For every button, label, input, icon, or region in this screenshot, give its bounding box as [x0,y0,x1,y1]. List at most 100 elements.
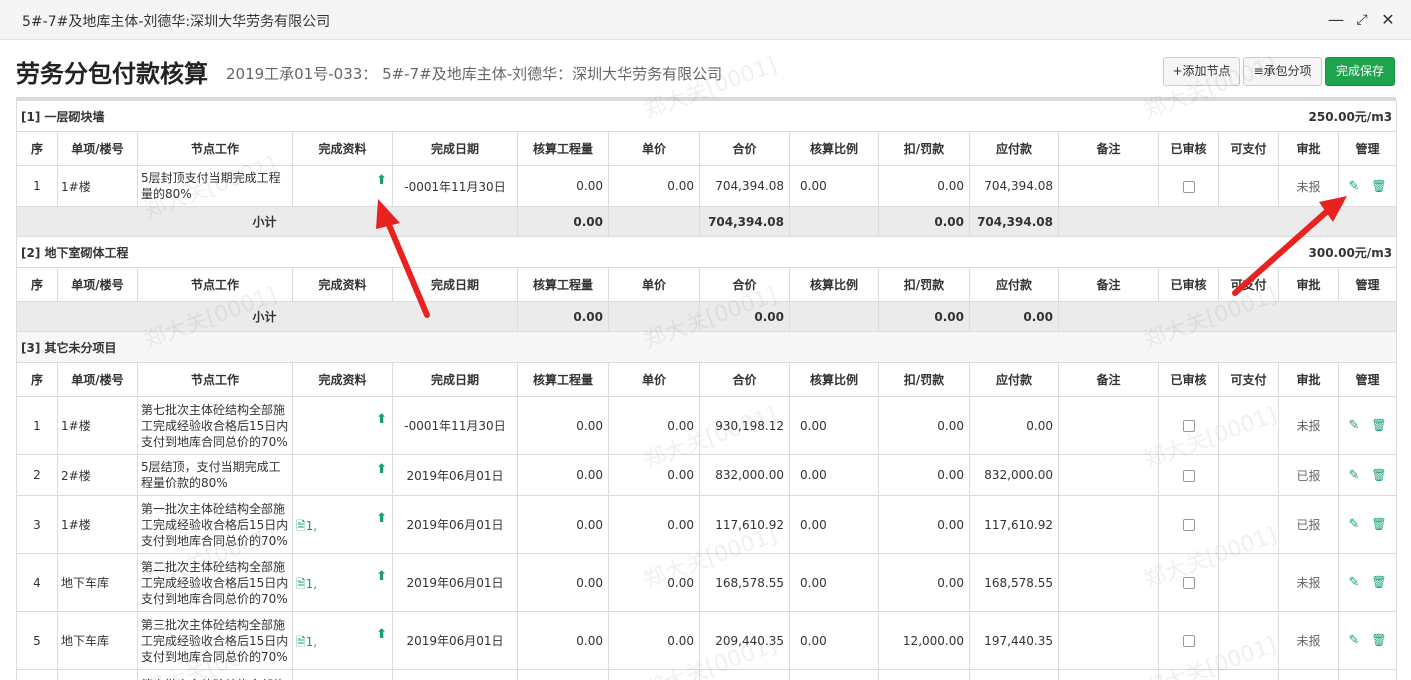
row-ratio: 0.00 [789,495,879,554]
column-header: 单项/楼号 [57,362,138,397]
row-node-work: 第二批次主体砼结构全部施工完成经验收合格后15日内支付到地库合同总价的70% [137,553,293,612]
minimize-icon[interactable]: — [1326,10,1346,30]
column-header: 序 [16,267,58,302]
edit-icon[interactable]: ✎ [1348,179,1359,194]
upload-icon[interactable]: ⬆ [376,627,387,642]
add-node-button[interactable]: +添加节点 [1163,57,1240,86]
row-manage-cell: ✎ 🗑 [1337,495,1398,554]
table-row[interactable]: 1 1#楼 第七批次主体砼结构全部施工完成经验收合格后15日内支付到地库合同总价的7… [16,396,1398,455]
reviewed-checkbox[interactable] [1182,180,1195,193]
upload-icon[interactable]: ⬆ [376,412,387,427]
row-docs-cell: 🗎1, ⬆ [292,553,393,612]
column-header: 合价 [699,362,790,397]
row-qty: 0.00 [517,165,609,207]
save-button[interactable]: 完成保存 [1325,57,1395,86]
table-row[interactable]: 2 2#楼 5层结顶，支付当期完成工程量价款的80% ⬆ 2019年06月01日 0.00… [16,454,1398,496]
file-icon[interactable]: 🗎1, [296,633,317,654]
row-building: 地下车库 [57,611,138,670]
column-header: 审批 [1278,267,1339,302]
row-payable: 704,394.08 [969,165,1059,207]
column-header: 节点工作 [137,131,293,166]
reviewed-checkbox[interactable] [1182,519,1195,531]
row-approval-status: 未报 [1278,553,1339,612]
file-icon[interactable]: 🗎1, [296,517,317,538]
row-penalty: 0.00 [878,553,970,612]
upload-icon[interactable]: ⬆ [376,173,387,188]
column-header: 核算比例 [789,362,879,397]
trash-icon[interactable]: 🗑 [1371,179,1386,193]
row-approval-status: 已报 [1278,454,1339,496]
column-header: 完成资料 [292,362,393,397]
row-docs-cell: 🗎1, ⬆ [292,611,393,670]
upload-icon[interactable]: ⬆ [376,462,387,477]
row-amount: 117,610.92 [699,495,790,554]
column-header: 完成日期 [392,267,518,302]
column-header: 完成日期 [392,131,518,166]
row-docs-cell: ⬆ [292,396,393,455]
reviewed-checkbox[interactable] [1182,420,1195,432]
row-date: 2019年06月01日 [392,611,518,670]
trash-icon[interactable]: 🗑 [1371,418,1386,432]
contract-items-button[interactable]: ≡承包分项 [1243,57,1322,86]
upload-icon[interactable]: ⬆ [376,569,387,584]
row-seq: 4 [16,553,58,612]
table-row[interactable]: 5 地下车库 第三批次主体砼结构全部施工完成经验收合格后15日内支付到地库合同总价的… [16,611,1398,670]
subtotal-label: 小计 [16,206,518,237]
upload-icon[interactable]: ⬆ [376,511,387,526]
maximize-icon[interactable]: ⤢ [1352,10,1372,30]
column-header: 备注 [1058,267,1159,302]
row-unit-price: 0.00 [608,495,700,554]
column-header: 序 [16,362,58,397]
row-approval-status: 未报 [1278,165,1339,207]
row-docs-cell: ⬆ [292,165,393,207]
edit-icon[interactable]: ✎ [1348,633,1359,648]
row-date: -0001年11月30日 [392,396,518,455]
edit-icon[interactable]: ✎ [1348,517,1359,532]
table-row[interactable]: 1 1#楼 5层封顶支付当期完成工程量的80% ⬆ -0001年11月30日 0.00 0.… [16,165,1398,207]
table-row[interactable]: 4 地下车库 第二批次主体砼结构全部施工完成经验收合格后15日内支付到地库合同总价的… [16,553,1398,612]
edit-icon[interactable]: ✎ [1348,468,1359,483]
row-manage-cell: ✎ 🗑 [1337,396,1398,455]
column-header: 合价 [699,267,790,302]
trash-icon[interactable]: 🗑 [1371,575,1386,589]
close-icon[interactable]: ✕ [1378,10,1398,30]
row-building: 1#楼 [57,495,138,554]
docs-count: 1, [305,519,318,533]
reviewed-checkbox[interactable] [1182,635,1195,647]
column-header: 已审核 [1158,267,1219,302]
row-date: 2019年06月01日 [392,454,518,496]
group-rate [789,331,1398,363]
column-header: 单价 [608,267,700,302]
row-node-work: 第七批次主体砼结构全部施工完成经验收合格后15日内支付到地库合同总价的70% [137,396,293,455]
row-ratio: 0.00 [789,611,879,670]
row-penalty: 0.00 [878,396,970,455]
subtotal-qty: 0.00 [517,301,609,332]
trash-icon[interactable]: 🗑 [1371,517,1386,531]
table-row[interactable]: 3 1#楼 第一批次主体砼结构全部施工完成经验收合格后15日内支付到地库合同总价的7… [16,495,1398,554]
row-docs-cell: 🗎1, ⬆ [292,495,393,554]
column-header: 核算工程量 [517,362,609,397]
column-header: 管理 [1337,267,1398,302]
row-manage-cell: ✎ 🗑 [1337,454,1398,496]
row-qty: 0.00 [517,454,609,496]
trash-icon[interactable]: 🗑 [1371,633,1386,647]
row-node-work: 第三批次主体砼结构全部施工完成经验收合格后15日内支付到地库合同总价的70% [137,611,293,670]
column-header: 审批 [1278,131,1339,166]
column-header: 审批 [1278,362,1339,397]
row-amount: 704,394.08 [699,165,790,207]
reviewed-checkbox[interactable] [1182,577,1195,589]
row-date: -0001年11月30日 [392,165,518,207]
row-ratio: 0.00 [789,553,879,612]
column-header: 单价 [608,362,700,397]
group-title: [3] 其它未分项目 [16,331,790,363]
row-building: 1#楼 [57,396,138,455]
column-header: 应付款 [969,362,1059,397]
file-icon[interactable]: 🗎1, [296,575,317,596]
trash-icon[interactable]: 🗑 [1371,468,1386,482]
group-title: [1] 一层砌块墙 [16,100,790,132]
row-penalty: 12,000.00 [878,611,970,670]
edit-icon[interactable]: ✎ [1348,575,1359,590]
row-seq: 2 [16,454,58,496]
edit-icon[interactable]: ✎ [1348,418,1359,433]
reviewed-checkbox[interactable] [1182,469,1195,482]
